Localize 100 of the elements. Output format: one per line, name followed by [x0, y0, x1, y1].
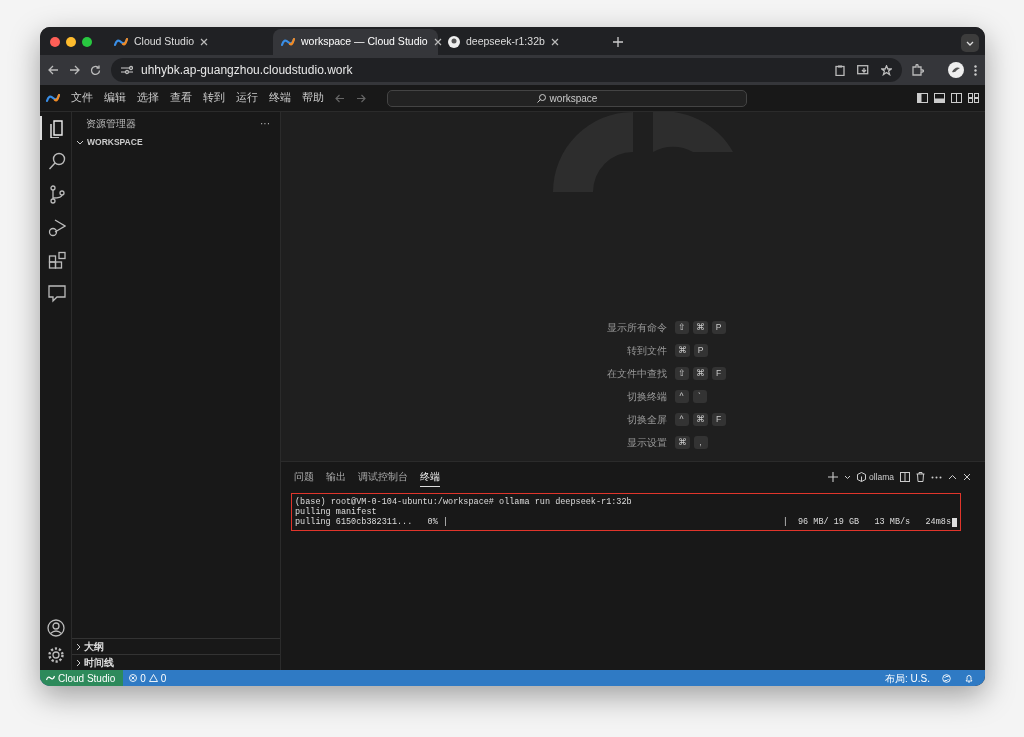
chat-icon: [47, 283, 66, 303]
search-icon: [536, 93, 546, 103]
profile-avatar[interactable]: [948, 62, 964, 78]
chevron-down-icon: [966, 40, 974, 46]
extensions-icon[interactable]: [912, 64, 924, 76]
sidebar-toggle-icon[interactable]: [917, 93, 928, 103]
terminal-selector[interactable]: ollama: [856, 470, 894, 484]
tab-search-button[interactable]: [961, 34, 979, 52]
chevron-down-icon[interactable]: [843, 474, 851, 480]
close-icon[interactable]: [550, 38, 559, 46]
avatar-icon: [448, 36, 460, 48]
bell-icon[interactable]: [965, 673, 973, 683]
panel-tab[interactable]: 问题: [294, 467, 314, 487]
search-icon: [47, 151, 66, 171]
chevron-down-icon: [76, 139, 84, 145]
minimize-button[interactable]: [66, 37, 76, 47]
key-cap: F: [711, 367, 726, 380]
remote-indicator[interactable]: Cloud Studio: [40, 670, 124, 686]
trash-icon[interactable]: [916, 472, 925, 482]
split-view-icon[interactable]: [951, 93, 962, 103]
menu-item[interactable]: 终端: [269, 90, 291, 106]
install-app-icon[interactable]: [857, 64, 869, 76]
shortcut-label: 转到文件: [625, 344, 667, 358]
terminal-line: (base) root@VM-0-104-ubuntu:/workspace# ollama run deepseek-r1:32b: [295, 497, 633, 507]
menu-item[interactable]: 编辑: [104, 90, 126, 106]
key-cap: ⇧: [674, 367, 689, 380]
key-cap: ,: [693, 436, 708, 449]
panel-tab[interactable]: 输出: [326, 467, 346, 487]
menu-item[interactable]: 转到: [203, 90, 225, 106]
browser-tab[interactable]: Cloud Studio: [106, 29, 271, 55]
maximize-button[interactable]: [82, 37, 92, 47]
key-cap: ^: [674, 413, 689, 426]
browser-tab[interactable]: deepseek-r1:32b: [440, 29, 605, 55]
menu-item[interactable]: 查看: [170, 90, 192, 106]
files-icon: [47, 118, 66, 138]
workspace-section-header[interactable]: WORKSPACE: [72, 134, 280, 151]
close-icon[interactable]: [200, 38, 209, 46]
terminal-line: pulling manifest: [295, 507, 378, 517]
maximize-panel-icon[interactable]: [948, 474, 957, 480]
panel-tab[interactable]: 终端: [420, 467, 440, 487]
shortcut-label: 在文件中查找: [606, 367, 667, 381]
split-terminal-icon[interactable]: [900, 472, 910, 482]
terminal-line: pulling 6150cb382311... 0% |: [295, 517, 449, 527]
section-header[interactable]: 大纲: [72, 638, 280, 654]
key-cap: ^: [674, 390, 689, 403]
menu-item[interactable]: 文件: [71, 90, 93, 106]
extensions-icon: [47, 250, 66, 270]
sync-icon[interactable]: [942, 673, 951, 683]
key-cap: ⌘: [692, 413, 708, 426]
key-cap: ⌘: [674, 344, 690, 357]
forward-icon[interactable]: [356, 93, 366, 103]
more-icon[interactable]: [931, 475, 942, 479]
key-cap: P: [693, 344, 708, 357]
key-cap: P: [711, 321, 726, 334]
address-bar[interactable]: uhhybk.ap-guangzhou.cloudstudio.work: [111, 58, 902, 82]
reload-icon[interactable]: [90, 64, 101, 76]
menu-item[interactable]: 帮助: [302, 90, 324, 106]
clipboard-icon[interactable]: [835, 64, 845, 76]
menu-item[interactable]: 运行: [236, 90, 258, 106]
key-cap: `: [692, 390, 707, 403]
shortcut-label: 显示设置: [625, 436, 667, 450]
more-actions-button[interactable]: ···: [260, 116, 270, 131]
close-icon[interactable]: [433, 38, 442, 46]
close-icon[interactable]: [963, 473, 971, 481]
shortcut-label: 切换终端: [625, 390, 667, 404]
command-center[interactable]: workspace: [387, 89, 747, 107]
layout-icon[interactable]: [968, 93, 979, 103]
new-tab-icon[interactable]: [613, 37, 623, 47]
sidebar-title: 资源管理器: [86, 117, 136, 131]
close-button[interactable]: [50, 37, 60, 47]
cloud-logo-icon: [114, 37, 128, 47]
shortcut-label: 显示所有命令: [606, 321, 667, 335]
source-control-icon: [47, 184, 66, 204]
run-debug-icon: [47, 217, 66, 237]
back-icon[interactable]: [335, 93, 345, 103]
more-icon[interactable]: [974, 64, 977, 76]
key-cap: ⇧: [674, 321, 689, 334]
app-logo-icon: [46, 93, 60, 103]
shortcut-label: 切换全屏: [625, 413, 667, 427]
key-cap: ⌘: [674, 436, 690, 449]
forward-icon[interactable]: [69, 65, 80, 75]
key-cap: F: [711, 413, 726, 426]
terminal-cursor: [952, 517, 957, 527]
terminal-line: | 96 MB/ 19 GB 13 MB/s 24m8s: [782, 517, 951, 527]
problems-indicator[interactable]: 0 0: [129, 670, 167, 686]
star-icon[interactable]: [881, 64, 892, 76]
back-icon[interactable]: [48, 65, 59, 75]
account-icon[interactable]: [46, 619, 65, 637]
add-terminal-icon[interactable]: [827, 472, 838, 482]
panel-tab[interactable]: 调试控制台: [358, 467, 408, 487]
panel-toggle-icon[interactable]: [934, 93, 945, 103]
key-cap: ⌘: [692, 367, 708, 380]
cloud-logo-icon: [281, 37, 295, 47]
menu-item[interactable]: 选择: [137, 90, 159, 106]
remote-icon: [46, 675, 55, 681]
site-settings-icon: [121, 65, 133, 75]
error-icon: [129, 674, 138, 682]
settings-icon[interactable]: [46, 646, 65, 664]
warning-icon: [148, 674, 158, 682]
keyboard-layout[interactable]: 布局: U.S.: [885, 670, 930, 686]
